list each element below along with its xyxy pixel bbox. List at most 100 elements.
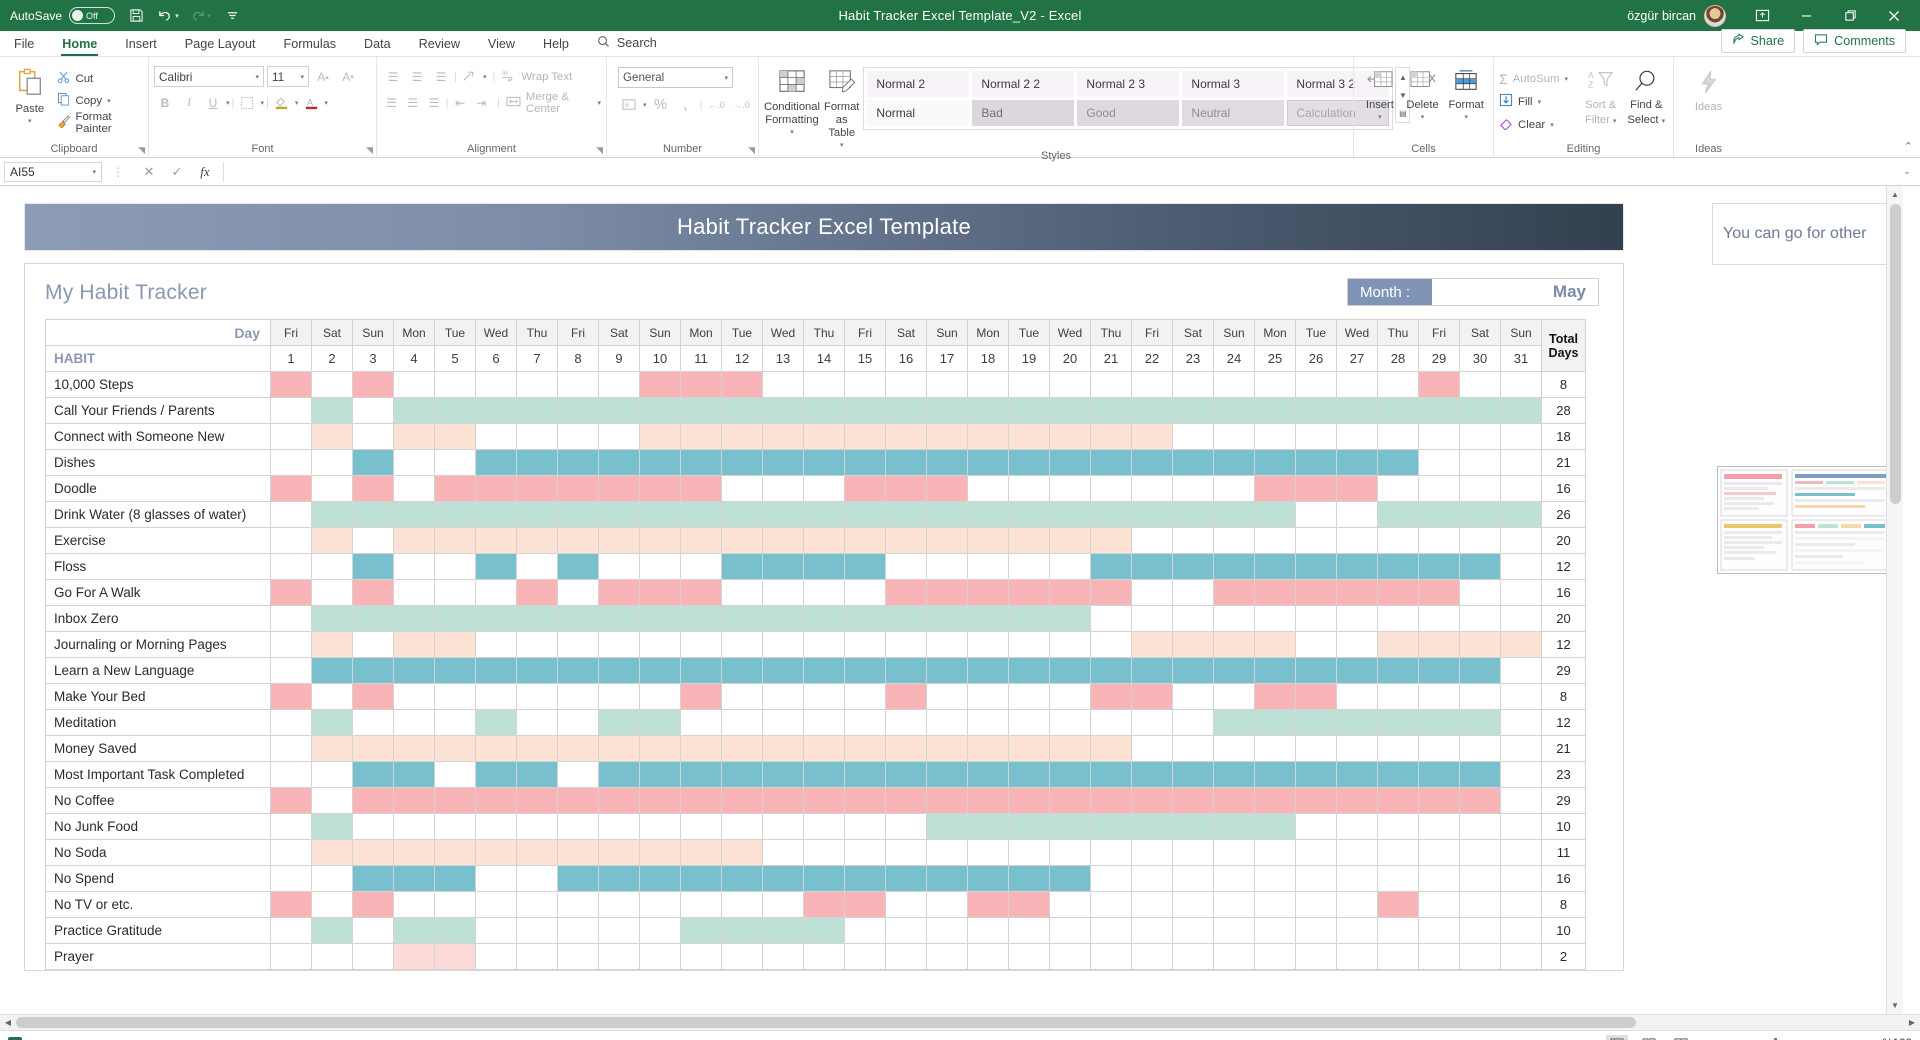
habit-day-cell[interactable] <box>516 657 558 684</box>
autosum-button[interactable]: Σ AutoSum ▾ <box>1499 68 1577 89</box>
habit-day-cell[interactable] <box>639 553 681 580</box>
habit-day-cell[interactable] <box>1131 787 1173 814</box>
habit-day-cell[interactable] <box>721 423 763 450</box>
habit-day-cell[interactable] <box>598 449 640 476</box>
habit-day-cell[interactable] <box>762 735 804 762</box>
habit-day-cell[interactable] <box>1295 397 1337 424</box>
style-normal-2[interactable]: Normal 2 <box>867 71 970 97</box>
habit-day-cell[interactable] <box>1131 865 1173 892</box>
habit-day-cell[interactable] <box>1213 371 1255 398</box>
habit-day-cell[interactable] <box>516 787 558 814</box>
habit-day-cell[interactable] <box>762 475 804 502</box>
habit-day-cell[interactable] <box>1295 449 1337 476</box>
habit-day-cell[interactable] <box>680 787 722 814</box>
habit-day-cell[interactable] <box>270 709 312 736</box>
habit-day-cell[interactable] <box>598 839 640 866</box>
habit-day-cell[interactable] <box>1172 761 1214 788</box>
habit-day-cell[interactable] <box>1090 917 1132 944</box>
habit-day-cell[interactable] <box>1049 579 1091 606</box>
habit-day-cell[interactable] <box>393 423 435 450</box>
habit-day-cell[interactable] <box>1418 605 1460 632</box>
habit-day-cell[interactable] <box>1131 553 1173 580</box>
habit-day-cell[interactable] <box>639 735 681 762</box>
habit-day-cell[interactable] <box>1008 761 1050 788</box>
habit-day-cell[interactable] <box>1377 865 1419 892</box>
habit-day-cell[interactable] <box>270 475 312 502</box>
habit-name-cell[interactable]: Inbox Zero <box>45 605 271 632</box>
habit-day-cell[interactable] <box>1418 709 1460 736</box>
habit-day-cell[interactable] <box>885 709 927 736</box>
habit-name-cell[interactable]: Dishes <box>45 449 271 476</box>
habit-day-cell[interactable] <box>1172 657 1214 684</box>
habit-day-cell[interactable] <box>1213 553 1255 580</box>
habit-day-cell[interactable] <box>434 839 476 866</box>
habit-day-cell[interactable] <box>516 631 558 658</box>
habit-day-cell[interactable] <box>1213 787 1255 814</box>
habit-name-cell[interactable]: Go For A Walk <box>45 579 271 606</box>
habit-day-cell[interactable] <box>1418 371 1460 398</box>
habit-name-cell[interactable]: No TV or etc. <box>45 891 271 918</box>
habit-day-cell[interactable] <box>270 605 312 632</box>
habit-day-cell[interactable] <box>557 631 599 658</box>
habit-day-cell[interactable] <box>557 371 599 398</box>
habit-day-cell[interactable] <box>762 787 804 814</box>
format-painter-button[interactable]: Format Painter <box>57 111 144 135</box>
habit-day-cell[interactable] <box>762 839 804 866</box>
habit-day-cell[interactable] <box>393 657 435 684</box>
habit-day-cell[interactable] <box>721 605 763 632</box>
habit-name-cell[interactable]: No Junk Food <box>45 813 271 840</box>
habit-day-cell[interactable] <box>352 605 394 632</box>
habit-day-cell[interactable] <box>1295 371 1337 398</box>
habit-day-cell[interactable] <box>1377 423 1419 450</box>
habit-day-cell[interactable] <box>844 371 886 398</box>
habit-name-cell[interactable]: Connect with Someone New <box>45 423 271 450</box>
habit-day-cell[interactable] <box>1172 579 1214 606</box>
habit-day-cell[interactable] <box>557 605 599 632</box>
habit-day-cell[interactable] <box>844 423 886 450</box>
habit-day-cell[interactable] <box>885 553 927 580</box>
redo-icon[interactable]: ▾ <box>189 5 211 27</box>
habit-day-cell[interactable] <box>1008 527 1050 554</box>
habit-day-cell[interactable] <box>311 761 353 788</box>
habit-day-cell[interactable] <box>1336 813 1378 840</box>
habit-day-cell[interactable] <box>1459 709 1501 736</box>
habit-day-cell[interactable] <box>1500 943 1542 970</box>
habit-day-cell[interactable] <box>639 891 681 918</box>
habit-day-cell[interactable] <box>1172 605 1214 632</box>
align-middle-icon[interactable]: ☰ <box>406 66 428 87</box>
habit-day-cell[interactable] <box>1377 735 1419 762</box>
tab-page-layout[interactable]: Page Layout <box>171 34 270 56</box>
side-note-cell[interactable]: You can go for other <box>1712 203 1903 265</box>
copy-button[interactable]: Copy ▾ <box>57 90 144 111</box>
habit-day-cell[interactable] <box>557 761 599 788</box>
habit-day-cell[interactable] <box>393 553 435 580</box>
tab-file[interactable]: File <box>0 34 48 56</box>
habit-day-cell[interactable] <box>434 475 476 502</box>
zoom-in-button[interactable]: + <box>1848 1037 1864 1040</box>
habit-day-cell[interactable] <box>721 839 763 866</box>
habit-day-cell[interactable] <box>475 761 517 788</box>
number-format-dropdown-icon[interactable]: ▾ <box>724 74 728 82</box>
tab-home[interactable]: Home <box>48 34 111 56</box>
habit-day-cell[interactable] <box>598 787 640 814</box>
habit-day-cell[interactable] <box>557 423 599 450</box>
habit-day-cell[interactable] <box>762 683 804 710</box>
habit-day-cell[interactable] <box>680 865 722 892</box>
comma-style-button[interactable]: , <box>675 94 697 115</box>
habit-day-cell[interactable] <box>1377 657 1419 684</box>
habit-day-cell[interactable] <box>1459 501 1501 528</box>
habit-day-cell[interactable] <box>1131 475 1173 502</box>
habit-day-cell[interactable] <box>639 917 681 944</box>
habit-day-cell[interactable] <box>762 397 804 424</box>
habit-day-cell[interactable] <box>1500 813 1542 840</box>
habit-day-cell[interactable] <box>1377 501 1419 528</box>
habit-day-cell[interactable] <box>1418 397 1460 424</box>
habit-day-cell[interactable] <box>1459 657 1501 684</box>
habit-day-cell[interactable] <box>1459 631 1501 658</box>
habit-day-cell[interactable] <box>557 891 599 918</box>
habit-day-cell[interactable] <box>1254 579 1296 606</box>
habit-day-cell[interactable] <box>1377 527 1419 554</box>
habit-day-cell[interactable] <box>762 631 804 658</box>
habit-day-cell[interactable] <box>1254 813 1296 840</box>
habit-day-cell[interactable] <box>1090 787 1132 814</box>
